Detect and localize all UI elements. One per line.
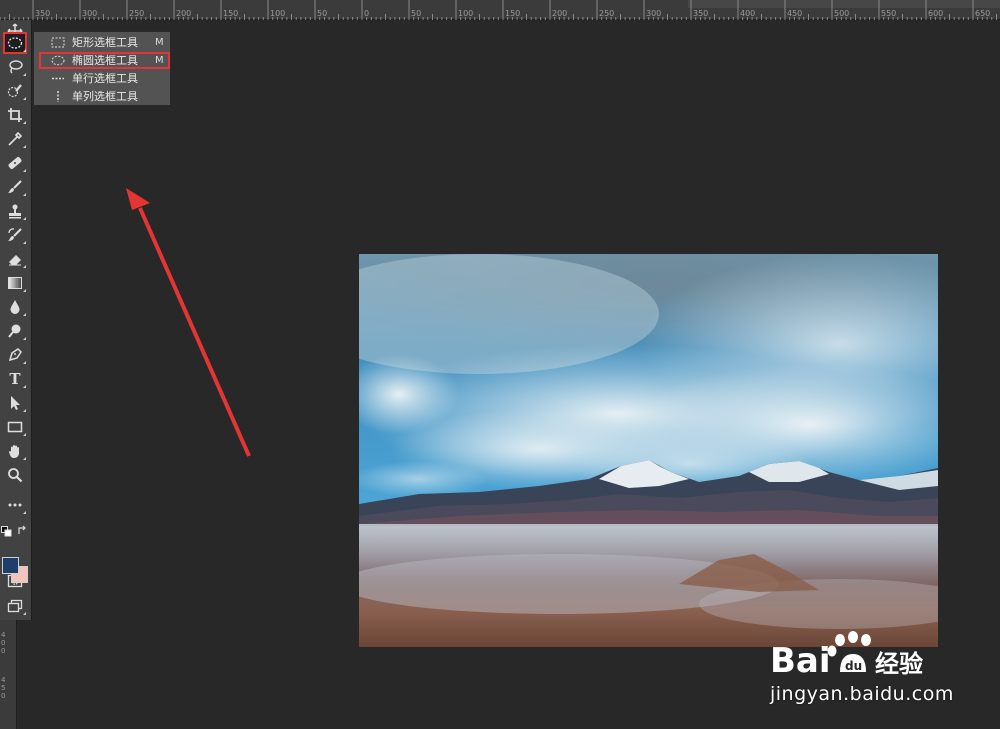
foreground-color-swatch[interactable] xyxy=(2,557,19,574)
svg-text:du: du xyxy=(845,659,862,673)
watermark-suffix: 经验 xyxy=(875,650,923,678)
watermark-url: jingyan.baidu.com xyxy=(770,683,954,705)
watermark-brand: Bai xyxy=(770,641,831,681)
paw-icon: du xyxy=(827,631,871,673)
